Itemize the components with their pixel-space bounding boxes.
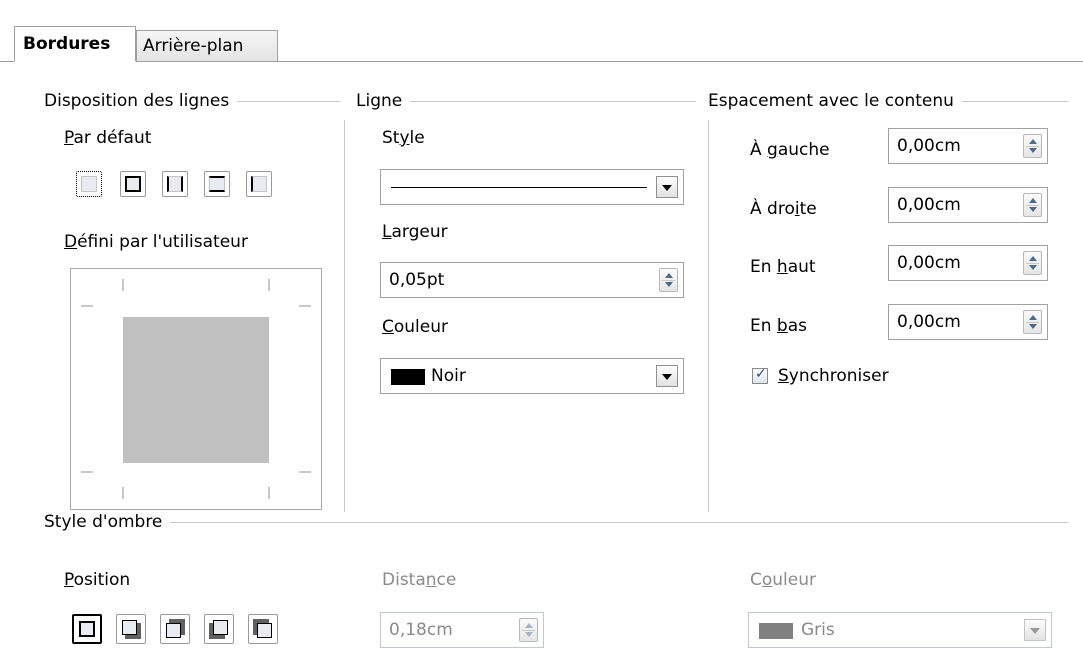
line-color-value: Noir [431, 366, 466, 386]
preset-top-bottom-button[interactable] [204, 171, 230, 197]
chevron-down-icon [1030, 628, 1040, 634]
shadow-bottom-right-button[interactable] [116, 614, 146, 644]
shadow-color-select[interactable]: Gris [748, 612, 1052, 648]
left-spacing-label: À gauche [750, 140, 830, 160]
top-spacing-label: En haut [750, 257, 816, 277]
shadow-none-button[interactable] [72, 614, 102, 644]
left-spacing-value: 0,00cm [897, 136, 961, 156]
line-arrangement-section: Disposition des lignes [44, 89, 340, 113]
preset-left-right-button[interactable] [162, 171, 188, 197]
synchronize-checkbox[interactable]: ✓ [752, 366, 768, 384]
shadow-distance-spinner[interactable] [519, 618, 538, 642]
left-spacing-field[interactable]: 0,00cm [888, 128, 1048, 164]
border-guides [81, 279, 311, 499]
line-width-field[interactable]: 0,05pt [380, 262, 684, 298]
bottom-spacing-label: En bas [750, 316, 807, 336]
default-label: Par défaut [64, 128, 152, 148]
line-section: Ligne [356, 89, 696, 113]
line-title: Ligne [356, 91, 403, 111]
width-label: Largeur [382, 222, 448, 242]
bottom-spacing-field[interactable]: 0,00cm [888, 304, 1048, 340]
line-arrangement-title: Disposition des lignes [44, 91, 230, 111]
tab-borders[interactable]: Bordures [14, 26, 136, 62]
shadow-color-swatch [759, 623, 793, 639]
right-spacing-field[interactable]: 0,00cm [888, 187, 1048, 223]
line-width-spinner[interactable] [659, 268, 678, 292]
bottom-spacing-spinner[interactable] [1023, 310, 1042, 334]
shadow-distance-field[interactable]: 0,18cm [380, 612, 544, 648]
left-spacing-spinner[interactable] [1023, 134, 1042, 158]
shadow-distance-label: Distance [382, 570, 457, 590]
shadow-position-label: Position [64, 570, 131, 590]
shadow-bottom-left-button[interactable] [204, 614, 234, 644]
color-label: Couleur [382, 317, 448, 337]
shadow-color-dropdown-button[interactable] [1024, 619, 1046, 641]
separator-1 [344, 120, 345, 512]
spacing-section: Espacement avec le contenu [708, 89, 1068, 113]
line-style-preview [391, 187, 647, 188]
shadow-title: Style d'ombre [44, 512, 163, 532]
preset-left-button[interactable] [246, 171, 272, 197]
user-defined-border-editor[interactable] [70, 268, 322, 510]
spacing-title: Espacement avec le contenu [708, 91, 954, 111]
shadow-top-right-button[interactable] [160, 614, 190, 644]
line-color-select[interactable]: Noir [380, 358, 684, 394]
bottom-spacing-value: 0,00cm [897, 312, 961, 332]
shadow-color-label: Couleur [750, 570, 817, 590]
tab-background[interactable]: Arrière-plan [136, 30, 278, 62]
style-label: Style [382, 128, 425, 148]
preset-none-button[interactable] [76, 171, 102, 197]
preset-all-borders-button[interactable] [120, 171, 146, 197]
line-width-value: 0,05pt [389, 270, 445, 290]
chevron-down-icon [662, 185, 672, 191]
separator-2 [708, 120, 709, 512]
right-spacing-spinner[interactable] [1023, 193, 1042, 217]
shadow-section: Style d'ombre [44, 510, 1068, 534]
user-defined-label: Défini par l'utilisateur [64, 232, 248, 252]
top-spacing-spinner[interactable] [1023, 251, 1042, 275]
tab-background-label: Arrière-plan [143, 36, 244, 56]
line-color-dropdown-button[interactable] [656, 365, 678, 387]
right-spacing-label: À droite [750, 199, 817, 219]
chevron-down-icon [662, 374, 672, 380]
shadow-top-left-button[interactable] [248, 614, 278, 644]
content-preview [123, 317, 269, 463]
shadow-color-value: Gris [801, 620, 835, 640]
default-label-text: ar défaut [73, 128, 152, 148]
line-style-select[interactable] [380, 169, 684, 205]
shadow-distance-value: 0,18cm [389, 620, 453, 640]
synchronize-label[interactable]: Synchroniser [778, 366, 889, 386]
line-style-dropdown-button[interactable] [656, 176, 678, 198]
check-icon: ✓ [755, 366, 767, 382]
top-spacing-value: 0,00cm [897, 253, 961, 273]
color-swatch [391, 369, 425, 385]
right-spacing-value: 0,00cm [897, 195, 961, 215]
tab-borders-label: Bordures [23, 34, 111, 54]
top-spacing-field[interactable]: 0,00cm [888, 245, 1048, 281]
